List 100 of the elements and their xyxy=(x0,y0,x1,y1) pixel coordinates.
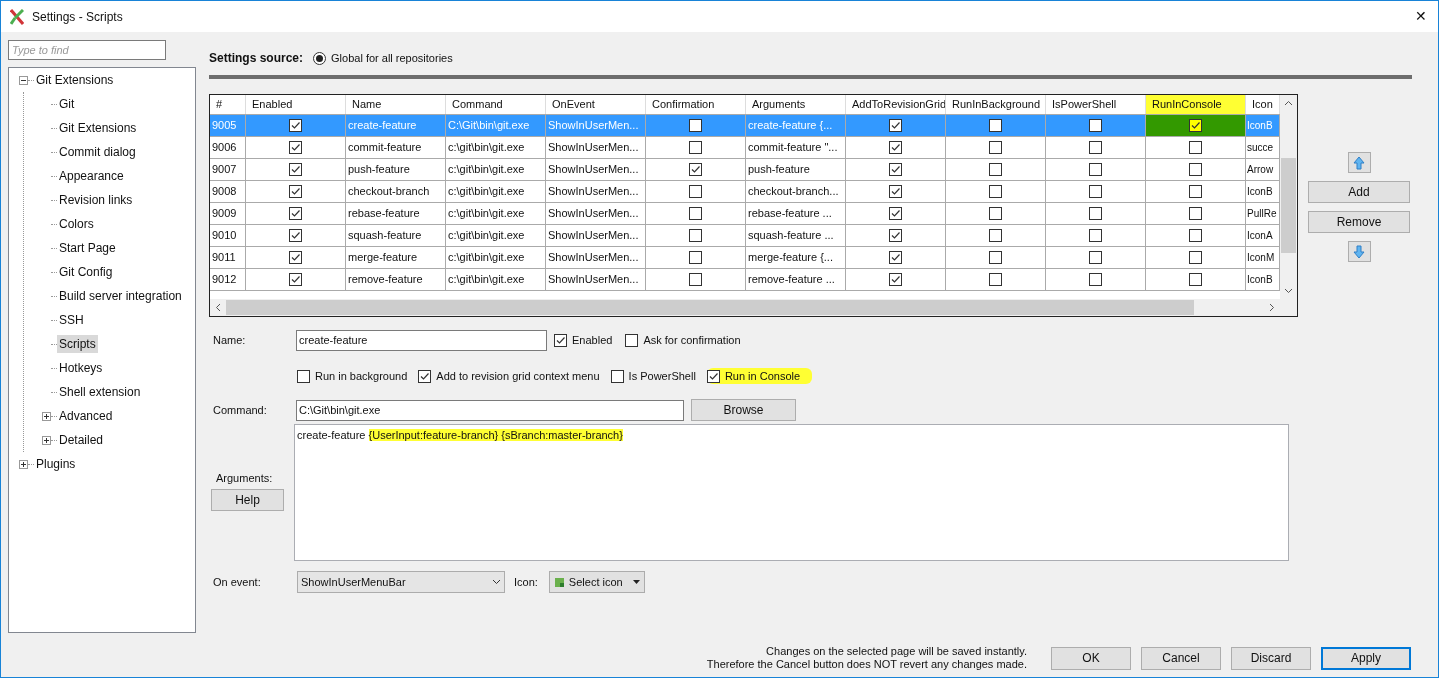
table-row[interactable]: 9006 commit-feature c:\git\bin\git.exe ShowInUserMen... commit-feature "... succe xyxy=(210,137,1280,159)
tree-item[interactable]: Plugins xyxy=(34,455,78,473)
checkbox[interactable] xyxy=(1189,251,1202,264)
tree-item[interactable]: Shell extension xyxy=(57,383,143,401)
checkbox[interactable] xyxy=(1089,141,1102,154)
horizontal-scrollbar[interactable] xyxy=(210,299,1297,316)
browse-button[interactable]: Browse xyxy=(691,399,796,421)
tree-item[interactable]: Git xyxy=(57,95,77,113)
tree-item[interactable]: Appearance xyxy=(57,167,126,185)
dialog-button[interactable]: Cancel xyxy=(1141,646,1221,670)
dialog-button[interactable]: Discard xyxy=(1231,646,1311,670)
table-row[interactable]: 9011 merge-feature c:\git\bin\git.exe ShowInUserMen... merge-feature {... IconM xyxy=(210,247,1280,269)
checkbox[interactable] xyxy=(289,229,302,242)
checkbox[interactable] xyxy=(889,163,902,176)
table-row[interactable]: 9012 remove-feature c:\git\bin\git.exe ShowInUserMen... remove-feature ... IconB xyxy=(210,269,1280,291)
option-label[interactable]: Add to revision grid context menu xyxy=(436,367,600,385)
checkbox[interactable] xyxy=(689,119,702,132)
checkbox[interactable] xyxy=(610,369,624,383)
scroll-left-icon[interactable] xyxy=(215,303,221,312)
checkbox[interactable] xyxy=(1089,207,1102,220)
column-header[interactable]: Command xyxy=(446,95,546,114)
tree-item[interactable]: SSH xyxy=(57,311,86,329)
checkbox[interactable] xyxy=(1089,273,1102,286)
tree-item[interactable]: Detailed xyxy=(57,431,106,449)
search-field[interactable]: Type to find xyxy=(8,40,166,60)
tree-item[interactable]: Commit dialog xyxy=(57,143,138,161)
radio-label[interactable]: Global for all repositories xyxy=(331,49,453,67)
checkbox[interactable] xyxy=(889,185,902,198)
scroll-right-icon[interactable] xyxy=(1269,303,1275,312)
checkbox[interactable] xyxy=(1189,141,1202,154)
column-header[interactable]: AddToRevisionGrid xyxy=(846,95,946,114)
checkbox[interactable] xyxy=(297,369,310,383)
tree-item[interactable]: Start Page xyxy=(57,239,118,257)
checkbox[interactable] xyxy=(989,119,1002,132)
checkbox[interactable] xyxy=(1189,119,1202,132)
checkbox[interactable] xyxy=(289,273,302,286)
checkbox[interactable] xyxy=(989,273,1002,286)
checkbox[interactable] xyxy=(625,333,639,347)
checkbox[interactable] xyxy=(289,119,302,132)
table-row[interactable]: 9009 rebase-feature c:\git\bin\git.exe ShowInUserMen... rebase-feature ... PullRe xyxy=(210,203,1280,225)
checkbox[interactable] xyxy=(1089,229,1102,242)
checkbox[interactable] xyxy=(889,141,902,154)
checkbox[interactable] xyxy=(889,273,902,286)
checkbox[interactable] xyxy=(1089,185,1102,198)
checkbox[interactable] xyxy=(889,207,902,220)
dialog-button[interactable]: Apply xyxy=(1321,646,1411,670)
checkbox[interactable] xyxy=(689,273,702,286)
checkbox[interactable] xyxy=(1089,119,1102,132)
tree-item[interactable]: Git Config xyxy=(57,263,115,281)
checkbox[interactable] xyxy=(1189,163,1202,176)
checkbox[interactable] xyxy=(289,185,302,198)
remove-button[interactable]: Remove xyxy=(1308,211,1410,233)
checkbox[interactable] xyxy=(706,369,720,383)
tree-item[interactable]: Advanced xyxy=(57,407,115,425)
select-icon-button[interactable]: Select icon xyxy=(548,571,645,593)
radio-button[interactable] xyxy=(313,51,327,65)
column-header[interactable]: Enabled xyxy=(246,95,346,114)
column-header[interactable]: RunInConsole xyxy=(1146,95,1246,114)
checkbox[interactable] xyxy=(689,251,702,264)
checkbox[interactable] xyxy=(989,251,1002,264)
tree-item[interactable]: Revision links xyxy=(57,191,135,209)
checkbox[interactable] xyxy=(289,251,302,264)
tree-item[interactable]: Git Extensions xyxy=(34,71,116,89)
column-header[interactable]: Confirmation xyxy=(646,95,746,114)
tree-item[interactable]: Build server integration xyxy=(57,287,184,305)
checkbox[interactable] xyxy=(889,229,902,242)
checkbox[interactable] xyxy=(689,207,702,220)
option-label[interactable]: Ask for confirmation xyxy=(643,331,741,349)
checkbox[interactable] xyxy=(689,141,702,154)
collapse-icon[interactable] xyxy=(19,75,28,85)
checkbox[interactable] xyxy=(289,141,302,154)
dialog-button[interactable]: OK xyxy=(1051,646,1131,670)
checkbox[interactable] xyxy=(989,141,1002,154)
tree-item[interactable]: Git Extensions xyxy=(57,119,139,137)
expand-icon[interactable] xyxy=(19,459,28,469)
checkbox[interactable] xyxy=(989,229,1002,242)
column-header[interactable]: Arguments xyxy=(746,95,846,114)
checkbox[interactable] xyxy=(1089,163,1102,176)
checkbox[interactable] xyxy=(889,251,902,264)
move-down-button[interactable] xyxy=(1347,241,1371,262)
column-header[interactable]: OnEvent xyxy=(546,95,646,114)
scroll-up-icon[interactable] xyxy=(1284,100,1293,106)
checkbox[interactable] xyxy=(989,185,1002,198)
checkbox[interactable] xyxy=(554,333,567,347)
on-event-dropdown[interactable]: ShowInUserMenuBar xyxy=(297,571,505,593)
checkbox[interactable] xyxy=(889,119,902,132)
checkbox[interactable] xyxy=(289,163,302,176)
scroll-down-icon[interactable] xyxy=(1284,288,1293,294)
option-label[interactable]: Run in background xyxy=(315,367,408,385)
checkbox[interactable] xyxy=(289,207,302,220)
tree-item[interactable]: Hotkeys xyxy=(57,359,105,377)
add-button[interactable]: Add xyxy=(1308,181,1410,203)
checkbox[interactable] xyxy=(1189,229,1202,242)
column-header[interactable]: RunInBackground xyxy=(946,95,1046,114)
checkbox[interactable] xyxy=(1089,251,1102,264)
expand-icon[interactable] xyxy=(42,411,51,421)
tree-item[interactable]: Colors xyxy=(57,215,96,233)
table-row[interactable]: 9007 push-feature c:\git\bin\git.exe ShowInUserMen... push-feature Arrow xyxy=(210,159,1280,181)
move-up-button[interactable] xyxy=(1347,152,1371,173)
checkbox[interactable] xyxy=(989,207,1002,220)
